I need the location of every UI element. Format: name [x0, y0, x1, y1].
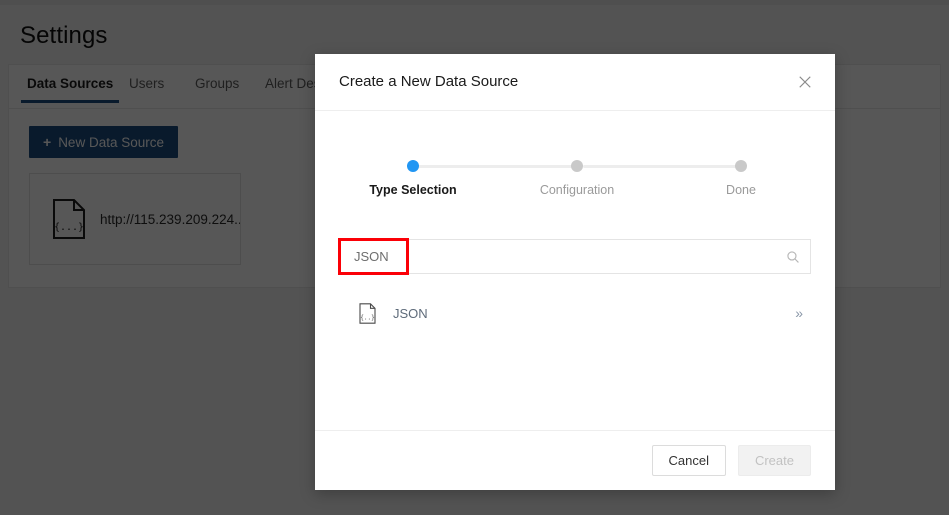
app-root: Settings Data Sources Users Groups Alert…	[0, 0, 949, 515]
stepper-connector-2	[583, 165, 743, 168]
stepper-dot-configuration[interactable]	[571, 160, 583, 172]
type-result-row-json[interactable]: {..} JSON »	[339, 293, 811, 333]
search-icon[interactable]	[776, 250, 810, 264]
cancel-button[interactable]: Cancel	[651, 445, 726, 476]
modal-footer: Cancel Create	[315, 430, 835, 490]
svg-text:{..}: {..}	[360, 314, 374, 321]
stepper-dot-type-selection[interactable]	[407, 160, 419, 172]
modal-body: Type Selection Configuration Done JSON {…	[315, 111, 835, 430]
stepper-connector-1	[418, 165, 580, 168]
stepper-label-done: Done	[726, 183, 756, 197]
json-file-icon: {..}	[359, 302, 376, 324]
type-search-field	[339, 239, 811, 274]
stepper-dot-done[interactable]	[735, 160, 747, 172]
stepper-label-type-selection: Type Selection	[369, 183, 457, 197]
create-data-source-modal: Create a New Data Source Type Selection …	[315, 54, 835, 490]
wizard-stepper: Type Selection Configuration Done	[315, 137, 835, 197]
close-icon[interactable]	[792, 69, 818, 95]
create-button[interactable]: Create	[737, 445, 811, 476]
chevron-double-right-icon[interactable]: »	[795, 306, 803, 320]
stepper-label-configuration: Configuration	[539, 183, 615, 197]
search-input[interactable]	[340, 240, 776, 273]
type-result-label: JSON	[393, 305, 428, 321]
modal-title: Create a New Data Source	[339, 73, 519, 90]
modal-header: Create a New Data Source	[315, 54, 835, 111]
